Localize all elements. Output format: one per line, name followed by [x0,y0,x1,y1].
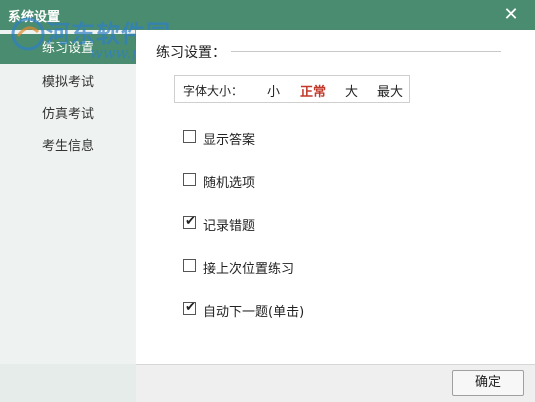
ok-button[interactable]: 确定 [452,370,524,396]
checkbox-checked[interactable]: ✔ [183,214,196,229]
sidebar-item-practice-settings[interactable]: 练习设置 [0,34,136,64]
checkbox[interactable] [183,130,196,143]
font-size-option-small[interactable]: 小 [267,81,280,100]
window-title: 系统设置 [8,10,61,25]
sidebar: 练习设置 模拟考试 仿真考试 考生信息 [0,30,136,364]
sidebar-item-candidate-info[interactable]: 考生信息 [0,132,136,162]
font-size-option-largest[interactable]: 最大 [377,81,403,100]
settings-dialog: 系统设置 ✕ 练习设置 模拟考试 仿真考试 考生信息 河东软件园 www.pc0… [0,0,535,402]
font-size-option-normal[interactable]: 正常 [300,81,326,100]
checkmark-icon: ✔ [185,300,196,315]
option-label: 接上次位置练习 [203,262,295,277]
settings-content: 练习设置： 字体大小： 小 正常 大 最大 显示答案 随机选项 ✔ 记录错题 接… [136,30,535,364]
close-icon[interactable]: ✕ [499,3,523,27]
section-divider [231,51,501,52]
option-label: 随机选项 [203,176,256,191]
title-bar: 系统设置 ✕ [0,0,535,30]
checkmark-icon: ✔ [185,214,196,229]
checkbox[interactable] [183,173,196,186]
option-label: 记录错题 [203,219,256,234]
option-label: 显示答案 [203,133,256,148]
font-size-option-large[interactable]: 大 [345,81,358,100]
sidebar-item-mock-exam[interactable]: 模拟考试 [0,68,136,98]
dialog-footer: 确定 [136,364,535,402]
font-size-selector: 字体大小： 小 正常 大 最大 [174,75,410,103]
section-title: 练习设置： [156,45,226,61]
checkbox[interactable] [183,259,196,272]
font-size-label: 字体大小： [183,84,244,98]
sidebar-bottom-strip [0,364,136,402]
checkbox-checked[interactable]: ✔ [183,300,196,315]
option-label: 自动下一题(单击) [203,305,305,320]
sidebar-item-simulation-exam[interactable]: 仿真考试 [0,100,136,130]
